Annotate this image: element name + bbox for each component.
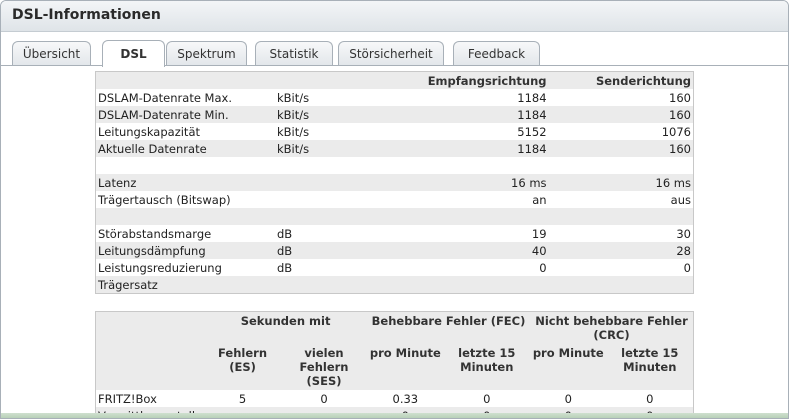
group-header-row: Sekunden mit Behebbare Fehler (FEC) Nich… bbox=[95, 311, 694, 344]
table-row: FRITZ!Box 5 0 0.33 0 0 0 bbox=[98, 391, 654, 406]
header-fec-15min: letzte 15 Minuten bbox=[443, 344, 530, 390]
header-sekunden-mit: Sekunden mit bbox=[204, 311, 368, 344]
page-title: DSL-Informationen bbox=[12, 7, 161, 23]
header-es: Fehlern (ES) bbox=[204, 344, 281, 390]
table-row: Leitungsdämpfung dB 40 28 bbox=[95, 242, 694, 259]
tab-dsl[interactable]: DSL bbox=[102, 40, 165, 67]
table-row: Leistungsreduzierung dB 0 0 bbox=[98, 260, 691, 275]
header-fec: Behebbare Fehler (FEC) bbox=[367, 311, 530, 344]
tab-content: Empfangsrichtung Senderichtung DSLAM-Dat… bbox=[1, 66, 788, 418]
table-row: DSLAM-Datenrate Max. kBit/s 1184 160 bbox=[98, 90, 691, 105]
panel-footer-line bbox=[1, 413, 788, 418]
table-row: Trägertausch (Bitswap) an aus bbox=[98, 192, 691, 207]
table-row: Leitungskapazität kBit/s 5152 1076 bbox=[98, 124, 691, 139]
table-row: Störabstandsmarge dB 19 30 bbox=[98, 226, 691, 241]
dsl-info-table: Empfangsrichtung Senderichtung DSLAM-Dat… bbox=[95, 71, 694, 294]
table-row bbox=[96, 157, 694, 174]
tab-spektrum[interactable]: Spektrum bbox=[166, 41, 247, 66]
table-row: Trägersatz bbox=[95, 276, 694, 294]
header-fec-per-minute: pro Minute bbox=[367, 344, 444, 390]
sub-header-row: Fehlern (ES) vielen Fehlern (SES) pro Mi… bbox=[95, 344, 694, 390]
header-senderichtung: Senderichtung bbox=[548, 71, 694, 89]
tab-feedback[interactable]: Feedback bbox=[453, 41, 540, 66]
dsl-info-panel: DSL-Informationen Übersicht DSL Spektrum… bbox=[0, 0, 789, 419]
tab-stoersicherheit[interactable]: Störsicherheit bbox=[338, 41, 444, 66]
table-row: Aktuelle Datenrate kBit/s 1184 160 bbox=[95, 140, 694, 157]
header-crc: Nicht behebbare Fehler (CRC) bbox=[530, 311, 694, 344]
table-row: DSLAM-Datenrate Min. kBit/s 1184 160 bbox=[95, 106, 694, 123]
tab-uebersicht[interactable]: Übersicht bbox=[12, 41, 91, 66]
table-header-row: Empfangsrichtung Senderichtung bbox=[95, 71, 694, 89]
table-row: Latenz 16 ms 16 ms bbox=[95, 174, 694, 191]
header-crc-per-minute: pro Minute bbox=[530, 344, 607, 390]
error-stats-table: Sekunden mit Behebbare Fehler (FEC) Nich… bbox=[95, 311, 694, 418]
header-empfangsrichtung: Empfangsrichtung bbox=[367, 71, 549, 89]
table-row bbox=[95, 208, 694, 225]
header-ses: vielen Fehlern (SES) bbox=[280, 344, 368, 390]
tab-statistik[interactable]: Statistik bbox=[255, 41, 333, 66]
header-crc-15min: letzte 15 Minuten bbox=[606, 344, 694, 390]
